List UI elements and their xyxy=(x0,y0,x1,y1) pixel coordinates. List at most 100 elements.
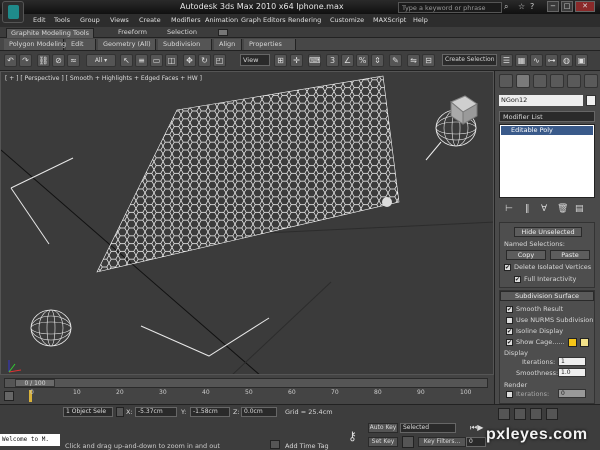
close-button[interactable]: ✕ xyxy=(575,1,595,12)
schematic-view-icon[interactable]: ⊶ xyxy=(545,54,558,67)
search-input[interactable]: Type a keyword or phrase xyxy=(398,2,502,13)
menu-rendering[interactable]: Rendering xyxy=(288,16,321,24)
motion-tab-icon[interactable] xyxy=(550,74,564,88)
ribbon-toggle-icon[interactable] xyxy=(218,29,228,36)
time-tag-icon[interactable] xyxy=(270,440,280,449)
delete-isolated-checkbox[interactable] xyxy=(504,263,511,271)
viewport-label[interactable]: [ + ] [ Perspective ] [ Smooth + Highlig… xyxy=(5,75,202,82)
menu-tools[interactable]: Tools xyxy=(54,16,70,24)
keyboard-shortcut-icon[interactable]: ⌨ xyxy=(308,54,321,67)
full-interactivity-checkbox[interactable] xyxy=(514,275,521,283)
menu-edit[interactable]: Edit xyxy=(33,16,46,24)
modifier-stack[interactable]: Editable Poly xyxy=(499,124,595,198)
edit-named-selection-icon[interactable]: ✎ xyxy=(389,54,402,67)
select-manipulate-icon[interactable]: ✛ xyxy=(290,54,303,67)
key-filter-dropdown[interactable]: Selected xyxy=(400,423,456,433)
tab-graphite-modeling-tools[interactable]: Graphite Modeling Tools xyxy=(6,28,95,38)
current-frame-field[interactable]: 0 xyxy=(466,437,486,447)
use-nurms-row[interactable]: Use NURMS Subdivision xyxy=(506,316,593,324)
honeycomb-mesh[interactable] xyxy=(96,75,400,273)
zoom-extents-all-icon[interactable] xyxy=(546,408,558,420)
select-scale-icon[interactable]: ◰ xyxy=(213,54,226,67)
subtab-polygon-modeling[interactable]: Polygon Modeling xyxy=(4,39,66,50)
angle-snap-icon[interactable]: ∠ xyxy=(341,54,354,67)
small-sphere[interactable] xyxy=(382,197,392,207)
modifier-list-dropdown[interactable]: Modifier List xyxy=(499,111,595,122)
maxscript-listener[interactable]: Welcome to M. xyxy=(0,434,60,446)
z-coordinate-field[interactable]: 0.0cm xyxy=(241,407,277,417)
lock-selection-icon[interactable] xyxy=(116,407,124,417)
unlink-icon[interactable]: ⊘ xyxy=(52,54,65,67)
star-icon[interactable]: ☆ xyxy=(518,2,525,11)
wire-sphere-bottom-left[interactable] xyxy=(30,309,72,347)
named-selection-set-dropdown[interactable]: Create Selection Se xyxy=(442,54,497,66)
spline-shape-2[interactable] xyxy=(140,317,270,357)
zoom-icon[interactable] xyxy=(498,408,510,420)
stack-item-editable-poly[interactable]: Editable Poly xyxy=(501,126,593,135)
object-name-field[interactable]: NGon12 xyxy=(499,95,583,106)
menu-customize[interactable]: Customize xyxy=(330,16,364,24)
render-iterations-row[interactable]: Iterations: xyxy=(506,390,549,398)
render-setup-icon[interactable]: ▣ xyxy=(575,54,588,67)
modify-tab-icon[interactable] xyxy=(516,74,530,88)
menu-help[interactable]: Help xyxy=(413,16,428,24)
layer-manager-icon[interactable]: ☰ xyxy=(500,54,513,67)
make-unique-icon[interactable]: ∀ xyxy=(541,204,547,214)
render-iterations-checkbox[interactable] xyxy=(506,390,513,398)
select-rotate-icon[interactable]: ↻ xyxy=(198,54,211,67)
app-logo[interactable] xyxy=(2,1,24,23)
percent-snap-icon[interactable]: % xyxy=(356,54,369,67)
hierarchy-tab-icon[interactable] xyxy=(533,74,547,88)
reference-coordinate-dropdown[interactable]: View xyxy=(240,54,270,66)
set-key-icon[interactable] xyxy=(402,436,414,448)
configure-sets-icon[interactable]: ▤ xyxy=(575,204,584,214)
copy-button[interactable]: Copy xyxy=(506,250,546,260)
subtab-edit[interactable]: Edit xyxy=(66,39,96,50)
show-end-result-icon[interactable]: ‖ xyxy=(525,204,530,214)
material-editor-icon[interactable]: ◍ xyxy=(560,54,573,67)
cage-color-swatch-1[interactable] xyxy=(568,338,577,347)
x-coordinate-field[interactable]: -5.37cm xyxy=(135,407,177,417)
iterations-spinner[interactable]: 1 xyxy=(558,357,586,366)
show-cage-row[interactable]: Show Cage...... xyxy=(506,338,565,346)
key-icon[interactable]: ⚷ xyxy=(348,429,357,443)
tab-freeform[interactable]: Freeform xyxy=(115,28,150,38)
select-by-name-icon[interactable]: ≡ xyxy=(135,54,148,67)
menu-views[interactable]: Views xyxy=(110,16,129,24)
curve-editor-icon[interactable]: ∿ xyxy=(530,54,543,67)
key-filters-button[interactable]: Key Filters... xyxy=(418,437,466,447)
subtab-subdivision[interactable]: Subdivision xyxy=(158,39,212,50)
use-nurms-checkbox[interactable] xyxy=(506,316,513,324)
pivot-center-icon[interactable]: ⊞ xyxy=(274,54,287,67)
menu-graph-editors[interactable]: Graph Editors xyxy=(241,16,286,24)
smoothness-spinner[interactable]: 1.0 xyxy=(558,368,586,377)
window-crossing-icon[interactable]: ◫ xyxy=(165,54,178,67)
render-iterations-spinner[interactable]: 0 xyxy=(558,389,586,398)
perspective-viewport[interactable]: [ + ] [ Perspective ] [ Smooth + Highlig… xyxy=(0,71,494,375)
time-slider-handle[interactable]: 0 / 100 xyxy=(15,379,55,387)
menu-group[interactable]: Group xyxy=(80,16,100,24)
tab-selection[interactable]: Selection xyxy=(164,28,200,38)
pin-stack-icon[interactable]: ⊢ xyxy=(505,204,513,214)
zoom-extents-icon[interactable] xyxy=(530,408,542,420)
select-object-icon[interactable]: ↖ xyxy=(120,54,133,67)
spinner-snap-icon[interactable]: ⇕ xyxy=(371,54,384,67)
add-time-tag[interactable]: Add Time Tag xyxy=(285,442,329,450)
mirror-icon[interactable]: ⇋ xyxy=(407,54,420,67)
display-tab-icon[interactable] xyxy=(567,74,581,88)
smooth-result-checkbox[interactable] xyxy=(506,305,513,313)
isoline-display-row[interactable]: Isoline Display xyxy=(506,327,563,335)
redo-icon[interactable]: ↷ xyxy=(19,54,32,67)
y-coordinate-field[interactable]: -1.58cm xyxy=(190,407,230,417)
viewcube[interactable] xyxy=(450,95,478,125)
spline-shape[interactable] xyxy=(10,157,74,189)
graphite-toggle-icon[interactable]: ▦ xyxy=(515,54,528,67)
hide-unselected-button[interactable]: Hide Unselected xyxy=(514,227,582,237)
help-icon[interactable]: ? xyxy=(530,2,534,11)
align-icon[interactable]: ⊟ xyxy=(422,54,435,67)
selection-filter-dropdown[interactable]: All ▾ xyxy=(86,54,116,67)
menu-maxscript[interactable]: MAXScript xyxy=(373,16,406,24)
select-link-icon[interactable]: ⛓ xyxy=(37,54,50,67)
delete-isolated-row[interactable]: Delete Isolated Vertices xyxy=(504,263,591,271)
bind-space-warp-icon[interactable]: ≈ xyxy=(67,54,80,67)
